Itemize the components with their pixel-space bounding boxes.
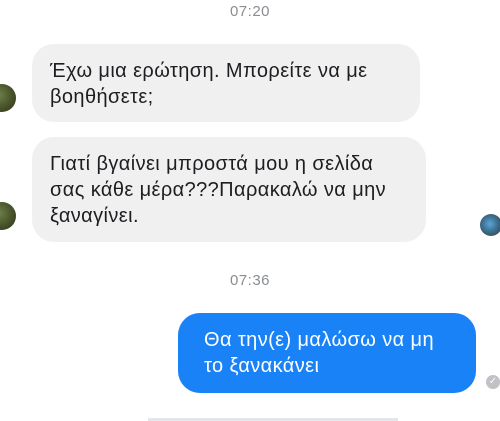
timestamp: 07:20 <box>229 3 271 20</box>
timestamp: 07:36 <box>229 272 271 289</box>
delivered-check-icon: ✓ <box>486 375 500 389</box>
message-text: Θα την(ε) μαλώσω να μη το ξανακάνει <box>204 329 434 377</box>
outgoing-message[interactable]: Θα την(ε) μαλώσω να μη το ξανακάνει <box>178 313 476 393</box>
sender-avatar[interactable] <box>0 84 16 112</box>
message-text: Γιατί βγαίνει μπροστά μου η σελίδα σας κ… <box>50 153 387 227</box>
incoming-message[interactable]: Γιατί βγαίνει μπροστά μου η σελίδα σας κ… <box>32 137 426 242</box>
sender-avatar[interactable] <box>0 202 16 230</box>
read-receipt-avatar <box>480 214 500 236</box>
message-text: Έχω μια ερώτηση. Μπορείτε να με βοηθήσετ… <box>50 60 368 108</box>
incoming-message[interactable]: Έχω μια ερώτηση. Μπορείτε να με βοηθήσετ… <box>32 44 420 122</box>
